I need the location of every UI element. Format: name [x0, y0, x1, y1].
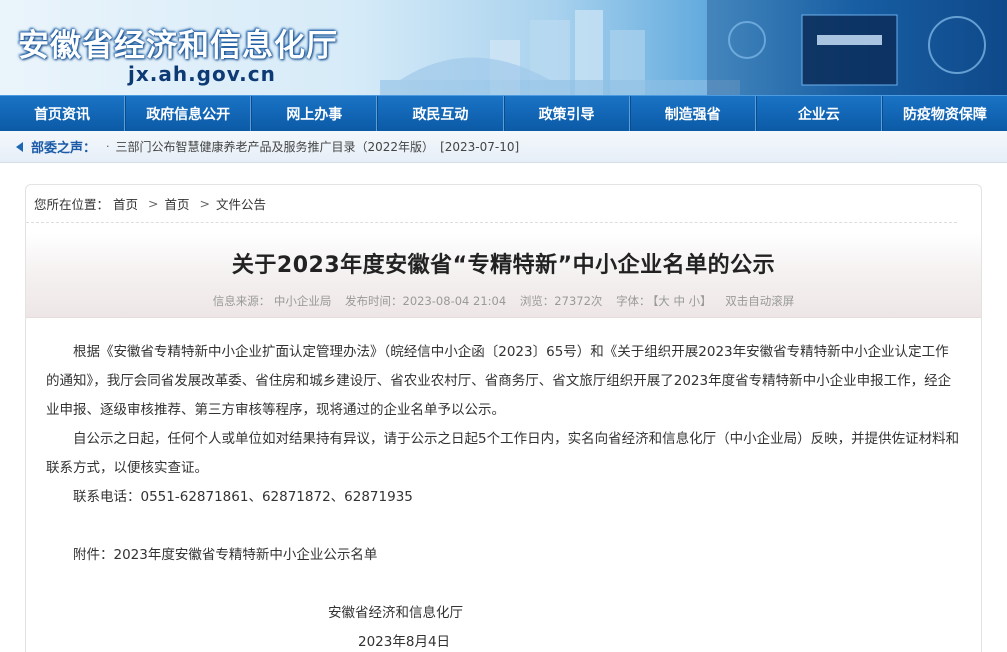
nav-item-policy[interactable]: 政策引导	[503, 96, 630, 131]
nav-item-manufacturing[interactable]: 制造强省	[629, 96, 756, 131]
meta-font-label: 字体：	[616, 294, 651, 308]
breadcrumb-prefix: 您所在位置：	[34, 197, 110, 212]
meta-source: 信息来源： 中小企业局	[212, 294, 332, 308]
font-size-switcher[interactable]: 【大 中 小】	[653, 294, 712, 308]
meta-views: 浏览：27372次	[519, 294, 603, 308]
autoscroll-hint: 双击自动滚屏	[725, 294, 795, 308]
article-paragraph-2: 自公示之日起，任何个人或单位如对结果持有异议，请于公示之日起5个工作日内，实名向…	[46, 431, 960, 476]
signature: 安徽省经济和信息化厅	[328, 605, 463, 621]
article-meta: 信息来源： 中小企业局 发布时间：2023-08-04 21:04 浏览：273…	[26, 293, 981, 309]
breadcrumb-home-link-2[interactable]: 首页	[165, 194, 190, 213]
contact-phone: 联系电话：0551-62871861、62871872、62871935	[73, 489, 413, 505]
left-arrow-icon	[16, 141, 23, 152]
breadcrumb-home-link[interactable]: 首页	[113, 194, 138, 213]
nav-item-epidemic-supplies[interactable]: 防疫物资保障	[881, 96, 1007, 131]
breadcrumb-separator: >	[199, 196, 211, 211]
attachment-link[interactable]: 附件：2023年度安徽省专精特新中小企业公示名单	[46, 541, 961, 570]
article-container: 您所在位置： 首页 > 首页 > 文件公告 关于2023年度安徽省“专精特新”中…	[25, 184, 982, 652]
article-title: 关于2023年度安徽省“专精特新”中小企业名单的公示	[231, 253, 776, 278]
site-banner: 安徽省经济和信息化厅 jx.ah.gov.cn	[0, 0, 1007, 95]
main-nav: 首页资讯 政府信息公开 网上办事 政民互动 政策引导 制造强省 企业云 防疫物资…	[0, 95, 1007, 131]
notice-bar: 部委之声： · 三部门公布智慧健康养老产品及服务推广目录（2022年版） [20…	[0, 131, 1007, 163]
tech-illustration	[707, 0, 1007, 95]
nav-item-online-services[interactable]: 网上办事	[251, 96, 378, 131]
nav-item-interaction[interactable]: 政民互动	[377, 96, 504, 131]
article-paragraph-1: 根据《安徽省专精特新中小企业扩面认定管理办法》（皖经信中小企函〔2023〕65号…	[46, 344, 952, 418]
breadcrumb-separator: >	[148, 196, 159, 211]
nav-item-home-news[interactable]: 首页资讯	[0, 96, 126, 131]
notice-link[interactable]: 三部门公布智慧健康养老产品及服务推广目录（2022年版）	[116, 138, 435, 155]
breadcrumb: 您所在位置： 首页 > 首页 > 文件公告	[26, 185, 957, 223]
nav-item-gov-info[interactable]: 政府信息公开	[125, 96, 252, 131]
article-body: 根据《安徽省专精特新中小企业扩面认定管理办法》（皖经信中小企函〔2023〕65号…	[26, 318, 981, 652]
site-domain: jx.ah.gov.cn	[128, 62, 276, 86]
meta-publish-time: 发布时间：2023-08-04 21:04	[345, 294, 507, 308]
notice-label: 部委之声：	[31, 141, 97, 156]
nav-item-enterprise-cloud[interactable]: 企业云	[755, 96, 882, 131]
title-box: 关于2023年度安徽省“专精特新”中小企业名单的公示 信息来源： 中小企业局 发…	[26, 233, 981, 318]
city-skyline-illustration	[380, 10, 740, 95]
site-title[interactable]: 安徽省经济和信息化厅	[18, 20, 338, 65]
notice-date: [2023-07-10]	[440, 139, 520, 154]
bullet-icon: ·	[106, 140, 110, 153]
breadcrumb-current[interactable]: 文件公告	[216, 194, 266, 213]
signature-date: 2023年8月4日	[358, 634, 451, 650]
